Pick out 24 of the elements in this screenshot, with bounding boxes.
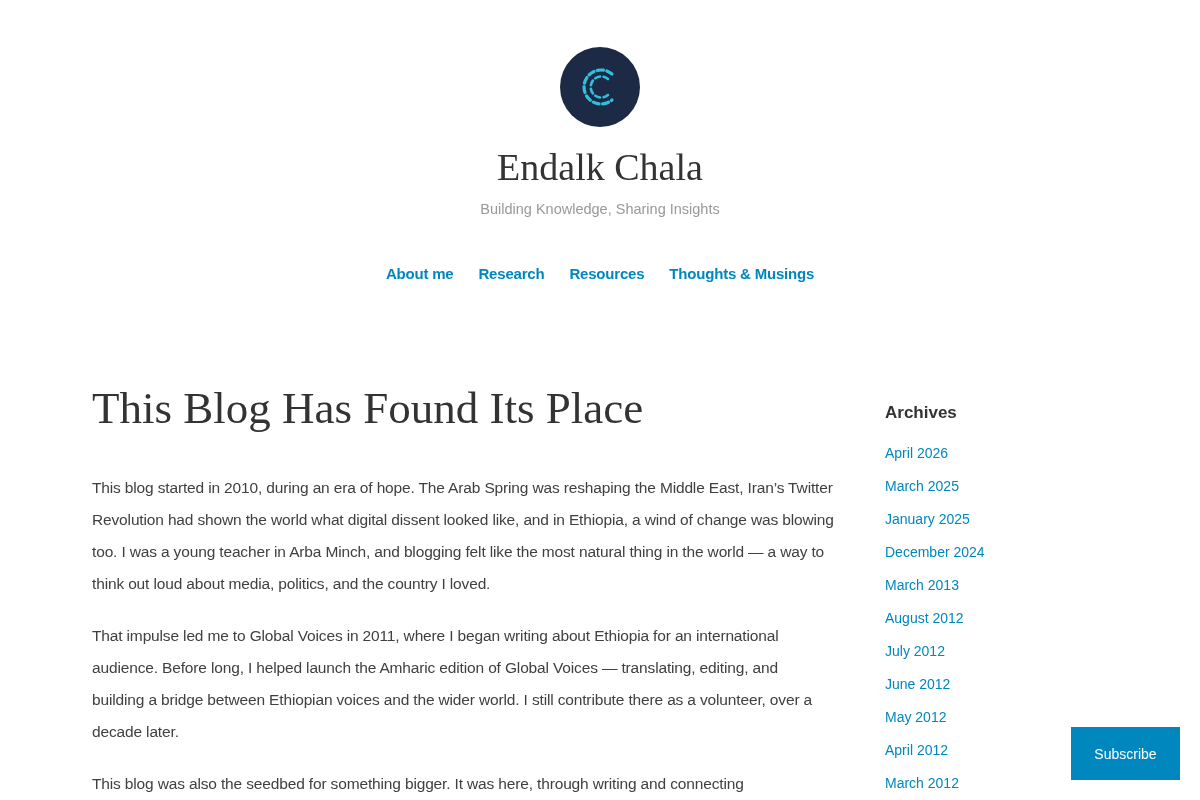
archive-link[interactable]: December 2024: [885, 541, 985, 562]
archive-link[interactable]: March 2013: [885, 574, 959, 595]
nav-link[interactable]: Thoughts & Musings: [669, 262, 815, 286]
subscribe-button[interactable]: Subscribe: [1071, 727, 1180, 780]
archive-link[interactable]: August 2012: [885, 607, 964, 628]
archive-link[interactable]: April 2026: [885, 442, 949, 463]
archive-link[interactable]: May 2012: [885, 706, 947, 727]
archive-link[interactable]: January 2025: [885, 508, 970, 529]
nav-link[interactable]: Research: [478, 262, 545, 286]
nav-link[interactable]: About me: [385, 262, 454, 286]
post-paragraph: This blog started in 2010, during an era of hope. The Arab Spring was reshaping the Middle East, Iran’s Twitter Revolution had shown the world what digital dissent looked like, and in Ethiopia, a wind of change was blowing too. I was a young teacher in Arba Minch, and blogging felt like the most natural thing in the world — a way to think out loud about media, politics, and the country I loved.: [92, 478, 834, 594]
logo-icon[interactable]: [560, 47, 640, 127]
nav-link[interactable]: Resources: [569, 262, 645, 286]
site-title[interactable]: Endalk Chala: [497, 144, 703, 190]
post-paragraph: That impulse led me to Global Voices in 2011, where I began writing about Ethiopia for an international audience. Before long, I helped launch the Amharic edition of Global Voices — translating, editing, and building a bridge between Ethiopian voices and the wider world. I still contribute there as a volunteer, over a decade later.: [92, 626, 814, 742]
site-tagline: Building Knowledge, Sharing Insights: [480, 200, 720, 219]
archive-link[interactable]: March 2012: [885, 772, 959, 793]
archive-link[interactable]: June 2012: [885, 673, 951, 694]
archive-link[interactable]: March 2025: [885, 475, 959, 496]
archive-link[interactable]: July 2012: [885, 640, 945, 661]
post-paragraph: This blog was also the seedbed for something bigger. It was here, through writing and connecting: [92, 774, 745, 794]
archive-link[interactable]: April 2012: [885, 739, 949, 760]
archives-heading: Archives: [885, 402, 958, 424]
post-title: This Blog Has Found Its Place: [92, 382, 645, 435]
